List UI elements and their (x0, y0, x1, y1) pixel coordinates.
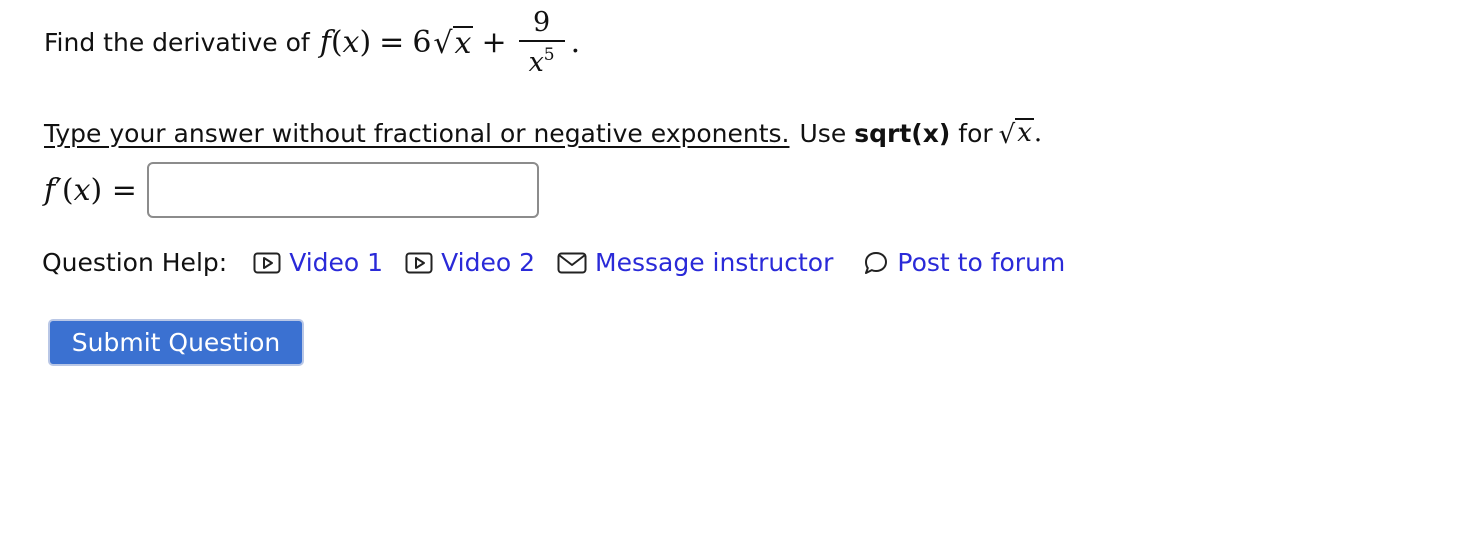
submit-question-button[interactable]: Submit Question (48, 319, 304, 366)
square-root: √ x (433, 25, 474, 62)
instruction-for: for (958, 118, 993, 148)
message-instructor-label: Message instructor (595, 248, 834, 277)
instruction-use: Use (799, 118, 847, 148)
denominator-exponent: 5 (543, 44, 555, 65)
function-name: f (319, 25, 331, 61)
question-help-label: Question Help: (42, 248, 228, 277)
close-paren: ) (359, 25, 372, 61)
answer-input[interactable] (146, 162, 539, 218)
open-paren: ( (330, 25, 343, 61)
radicand: x (452, 25, 474, 61)
instruction-code: sqrt(x) (854, 118, 951, 148)
video-2-label: Video 2 (441, 248, 535, 277)
fraction-bar (518, 39, 565, 42)
denominator-var: x (528, 46, 544, 78)
question-help: Question Help: Video 1 Video 2 Message i… (42, 248, 1087, 277)
mail-icon (557, 252, 587, 273)
answer-func: f (44, 172, 56, 208)
instruction-period: . (1033, 118, 1043, 148)
plus-sign: + (481, 25, 507, 61)
coefficient: 6 (412, 25, 432, 61)
post-to-forum-label: Post to forum (897, 248, 1066, 277)
video-1-label: Video 1 (289, 248, 384, 277)
problem-statement: Find the derivative of f (x) = 6 √ x + 9 … (44, 8, 580, 77)
problem-lead-text: Find the derivative of (44, 28, 310, 58)
radical-icon: √ (998, 119, 1016, 150)
video-1-link[interactable]: Video 1 (253, 248, 383, 277)
post-to-forum-link[interactable]: Post to forum (863, 248, 1065, 277)
video-icon (405, 252, 433, 273)
video-2-link[interactable]: Video 2 (405, 248, 535, 277)
fraction: 9 x5 (518, 7, 565, 78)
instruction-sqrt: √ x (998, 118, 1034, 150)
speech-bubble-icon (865, 251, 888, 274)
instruction-line: Type your answer without fractional or n… (44, 118, 1042, 148)
instruction-radicand: x (1015, 118, 1034, 149)
answer-row: f′(x) = (44, 160, 539, 220)
equals-sign: = (379, 25, 405, 61)
radical-icon: √ (433, 26, 453, 62)
video-icon (253, 252, 281, 273)
instruction-underlined: Type your answer without fractional or n… (44, 118, 790, 148)
answer-lhs: f′(x) = (44, 172, 137, 208)
answer-var: x (73, 172, 91, 208)
function-expression: f (x) = 6 √ x + 9 x5 . (320, 8, 580, 77)
period: . (570, 25, 581, 61)
message-instructor-link[interactable]: Message instructor (557, 248, 833, 277)
fraction-denominator: x5 (528, 44, 555, 78)
function-var: x (342, 25, 360, 61)
fraction-numerator: 9 (533, 7, 551, 38)
